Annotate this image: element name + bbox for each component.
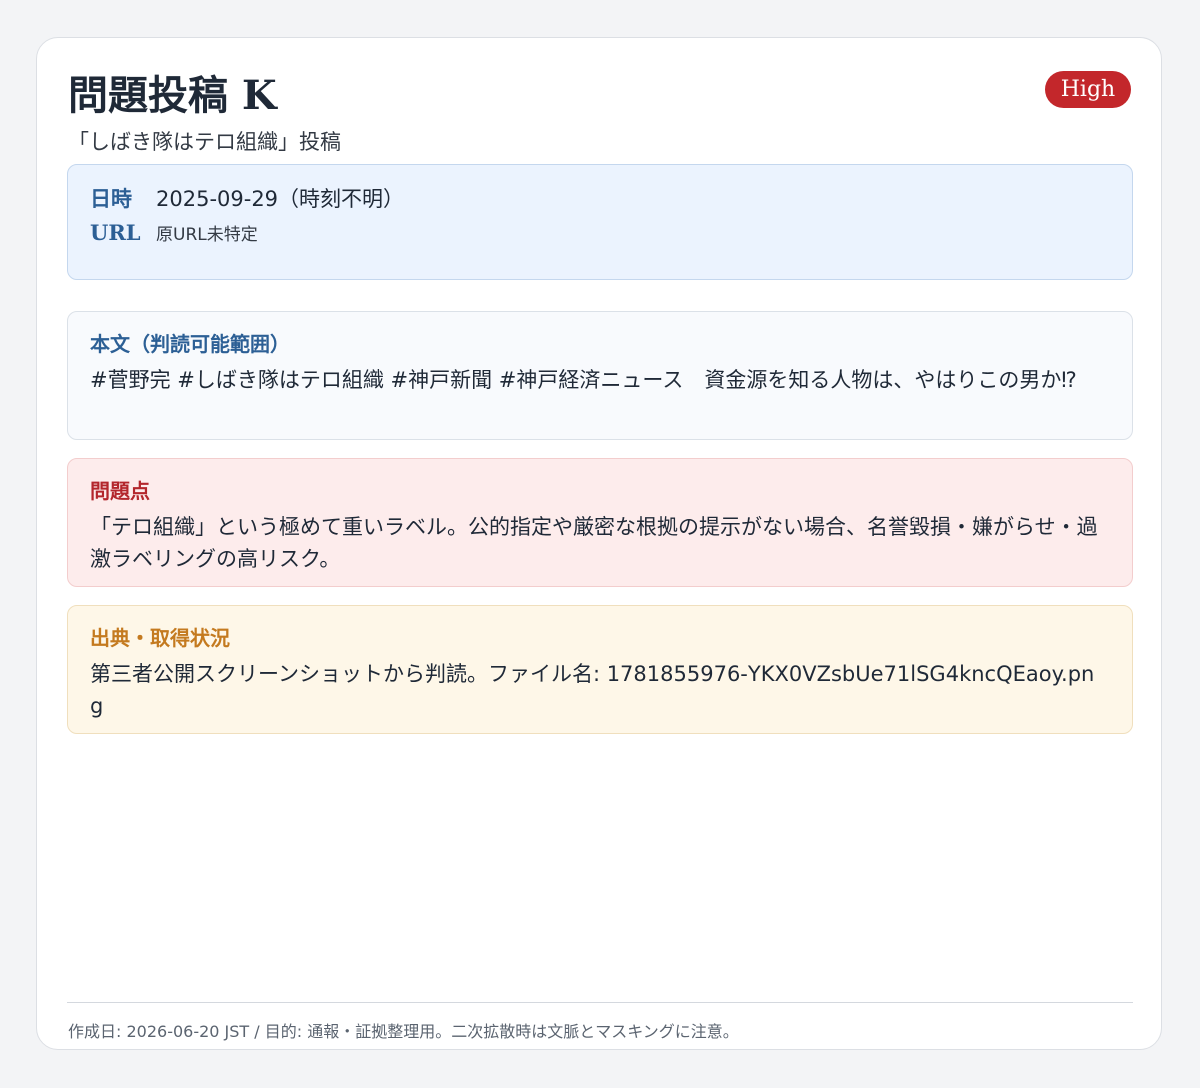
section-source: 出典・取得状況 第三者公開スクリーンショットから判読。ファイル名: 178185… — [67, 605, 1133, 734]
date-value: 2025-09-29（時刻不明） — [156, 187, 405, 211]
section-body-text: #菅野完 #しばき隊はテロ組織 #神戸新聞 #神戸経済ニュース 資金源を知る人物… — [90, 368, 1077, 392]
section-body: 本文（判読可能範囲） #菅野完 #しばき隊はテロ組織 #神戸新聞 #神戸経済ニュ… — [67, 311, 1133, 440]
meta-box: 日時 2025-09-29（時刻不明） URL 原URL未特定 — [67, 164, 1133, 280]
url-label: URL — [90, 219, 141, 245]
footer-note: 作成日: 2026-06-20 JST / 目的: 通報・証拠整理用。二次拡散時… — [68, 1022, 739, 1041]
report-card: 問題投稿 K 「しばき隊はテロ組織」投稿 High 日時 2025-09-29（… — [36, 37, 1162, 1050]
section-problem-text: 「テロ組織」という極めて重いラベル。公的指定や厳密な根拠の提示がない場合、名誉毀… — [90, 515, 1098, 571]
section-body-title: 本文（判読可能範囲） — [90, 332, 290, 356]
footer-divider — [67, 1002, 1133, 1003]
date-label: 日時 — [90, 186, 132, 211]
severity-badge: High — [1045, 71, 1131, 108]
page-title: 問題投稿 K — [68, 72, 277, 119]
url-value: 原URL未特定 — [156, 224, 258, 245]
section-problem: 問題点 「テロ組織」という極めて重いラベル。公的指定や厳密な根拠の提示がない場合… — [67, 458, 1133, 587]
section-source-title: 出典・取得状況 — [90, 626, 230, 650]
meta-row-url: URL 原URL未特定 — [90, 216, 258, 248]
section-problem-title: 問題点 — [90, 479, 150, 503]
page-subtitle: 「しばき隊はテロ組織」投稿 — [68, 130, 341, 154]
meta-row-date: 日時 2025-09-29（時刻不明） — [90, 182, 404, 214]
section-source-text: 第三者公開スクリーンショットから判読。ファイル名: 1781855976-YKX… — [90, 662, 1095, 718]
